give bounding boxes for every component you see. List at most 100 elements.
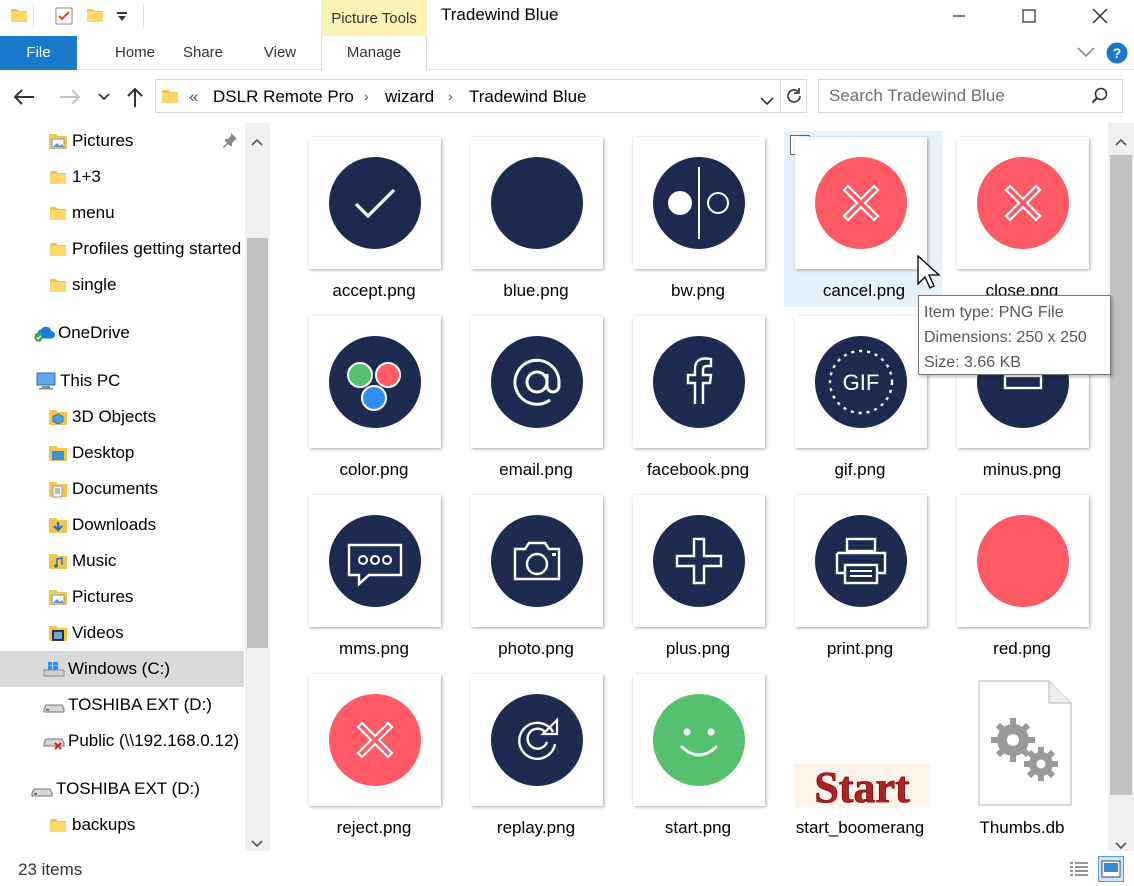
address-bar[interactable]: « DSLR Remote Pro › wizard › Tradewind B… — [155, 79, 781, 113]
nav-item-profiles-getting-started[interactable]: Profiles getting started — [0, 231, 244, 267]
file-thumbnail — [309, 137, 441, 269]
content-scroll-thumb[interactable] — [1110, 155, 1132, 795]
this-pc-icon — [35, 371, 57, 391]
file-item[interactable]: red.png — [930, 481, 1092, 658]
nav-item-3d-objects[interactable]: 3D Objects — [0, 399, 244, 435]
recent-locations-button[interactable] — [90, 83, 118, 111]
minimize-button[interactable] — [936, 0, 982, 32]
file-thumbnail — [957, 495, 1089, 627]
back-button[interactable] — [10, 83, 38, 111]
tooltip-item-type: Item type: PNG File — [924, 304, 1064, 321]
up-button[interactable] — [121, 83, 149, 111]
file-item[interactable]: close.png — [930, 123, 1092, 300]
nav-item-toshiba-ext-d[interactable]: TOSHIBA EXT (D:) — [0, 687, 244, 723]
breadcrumb-tradewind-blue[interactable]: Tradewind Blue — [469, 87, 587, 107]
file-item[interactable]: reject.png — [282, 660, 444, 837]
tab-share[interactable]: Share — [160, 36, 246, 70]
pin-icon[interactable] — [222, 132, 238, 153]
file-item[interactable]: blue.png — [444, 123, 606, 300]
file-item[interactable]: photo.png — [444, 481, 606, 658]
scroll-up-icon[interactable] — [251, 131, 263, 151]
file-item[interactable]: GIF gif.png — [768, 302, 930, 479]
properties-checklist-icon[interactable] — [54, 6, 74, 26]
nav-item-this-pc[interactable]: This PC — [0, 363, 244, 399]
address-history-chevron-icon[interactable] — [760, 91, 774, 111]
nav-item-videos[interactable]: Videos — [0, 615, 244, 651]
customize-toolbar-icon[interactable] — [116, 8, 136, 28]
tab-manage[interactable]: Manage — [321, 36, 427, 70]
nav-item-menu[interactable]: menu — [0, 195, 244, 231]
breadcrumb-dslr-remote-pro[interactable]: DSLR Remote Pro — [213, 87, 354, 107]
file-item[interactable]: plus.png — [606, 481, 768, 658]
expand-ribbon-chevron-icon[interactable] — [1076, 44, 1096, 65]
file-item[interactable]: start.png — [606, 660, 768, 837]
nav-item-documents[interactable]: Documents — [0, 471, 244, 507]
scroll-down-icon[interactable] — [251, 833, 263, 851]
file-item[interactable]: email.png — [444, 302, 606, 479]
file-item[interactable]: facebook.png — [606, 302, 768, 479]
file-item[interactable]: color.png — [282, 302, 444, 479]
file-thumbnail — [795, 495, 927, 627]
content-scrollbar[interactable] — [1108, 123, 1134, 851]
replay-icon — [491, 694, 583, 786]
nav-pane-scroll-thumb[interactable] — [247, 238, 268, 648]
large-icons-view-button[interactable] — [1098, 856, 1124, 882]
maximize-button[interactable] — [1006, 0, 1052, 32]
details-view-button[interactable] — [1066, 856, 1092, 882]
file-item[interactable]: print.png — [768, 481, 930, 658]
file-thumbnail — [633, 495, 765, 627]
file-thumbnail — [471, 674, 603, 806]
search-box[interactable] — [818, 79, 1123, 113]
forward-button[interactable] — [56, 83, 84, 111]
nav-item-single[interactable]: single — [0, 267, 244, 303]
file-item[interactable]: bw.png — [606, 123, 768, 300]
folder-icon[interactable] — [10, 6, 30, 26]
large-icons-view-icon — [1101, 860, 1121, 878]
nav-item-public-network[interactable]: Public (\\192.168.0.12) — [0, 723, 244, 759]
breadcrumb-wizard[interactable]: wizard — [385, 87, 434, 107]
new-folder-icon[interactable] — [86, 6, 106, 26]
file-item[interactable]: accept.png — [282, 123, 444, 300]
folder-icon — [47, 203, 69, 223]
file-item[interactable]: replay.png — [444, 660, 606, 837]
gif-badge-text: GIF — [843, 370, 880, 395]
nav-item-label: Desktop — [72, 443, 135, 462]
file-thumbnail — [471, 316, 603, 448]
close-window-button[interactable] — [1077, 0, 1123, 32]
nav-item-windows-c[interactable]: Windows (C:) — [0, 651, 244, 687]
help-icon[interactable]: ? — [1106, 42, 1128, 69]
nav-item-label: menu — [72, 203, 115, 222]
search-icon[interactable] — [1091, 87, 1109, 110]
nav-pane-scrollbar[interactable] — [245, 123, 270, 851]
file-name: bw.png — [671, 281, 725, 300]
nav-item-pictures[interactable]: Pictures — [0, 579, 244, 615]
nav-item-onedrive[interactable]: OneDrive — [0, 315, 244, 351]
file-name: email.png — [499, 460, 573, 479]
nav-item-music[interactable]: Music — [0, 543, 244, 579]
file-item[interactable]: Start start_boomerang — [768, 660, 930, 837]
nav-item-toshiba-ext-d-root[interactable]: TOSHIBA EXT (D:) — [0, 771, 244, 807]
ribbon-tab-bar: File Home Share View Manage ? — [0, 36, 1134, 70]
nav-item-backups[interactable]: backups — [0, 807, 244, 843]
breadcrumb-overflow[interactable]: « — [189, 87, 198, 107]
tab-file[interactable]: File — [0, 36, 77, 70]
nav-item-pictures-quick-access[interactable]: Pictures — [0, 123, 244, 159]
search-input[interactable] — [819, 80, 1089, 112]
nav-item-desktop[interactable]: Desktop — [0, 435, 244, 471]
file-name: replay.png — [496, 818, 576, 837]
scroll-up-icon[interactable] — [1115, 131, 1127, 151]
nav-item-label: This PC — [60, 371, 121, 390]
file-name: print.png — [826, 639, 894, 658]
file-item[interactable]: mms.png — [282, 481, 444, 658]
breadcrumb-separator-icon[interactable]: › — [448, 88, 453, 104]
start-image-text: Start — [814, 764, 910, 808]
nav-item-downloads[interactable]: Downloads — [0, 507, 244, 543]
breadcrumb-separator-icon[interactable]: › — [364, 88, 369, 104]
refresh-button[interactable] — [781, 79, 807, 113]
tab-view[interactable]: View — [240, 36, 320, 70]
file-name: start.png — [664, 818, 732, 837]
nav-item-1-3[interactable]: 1+3 — [0, 159, 244, 195]
nav-item-label: single — [72, 275, 117, 294]
file-thumbnail — [309, 495, 441, 627]
file-item[interactable]: Thumbs.db — [930, 660, 1092, 837]
